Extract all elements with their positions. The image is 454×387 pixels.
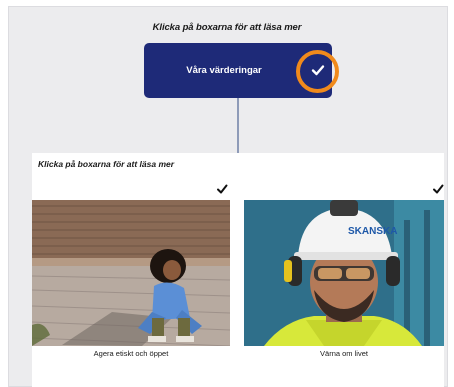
panel-instruction: Klicka på boxarna för att läsa mer [38,159,175,169]
safety-photo: SKANSKA [244,200,444,346]
connector-line [237,98,239,154]
helmet-logo-text: SKANSKA [348,226,397,237]
check-icon [217,184,228,194]
values-panel: Klicka på boxarna för att läsa mer Agera… [32,153,444,387]
check-icon[interactable] [310,62,326,78]
values-box-label: Våra värderingar [186,65,262,76]
value-card-caption: Agera etiskt och öppet [93,349,169,358]
value-card-caption: Värna om livet [320,349,368,358]
top-instruction: Klicka på boxarna för att läsa mer [152,22,302,33]
check-icon [433,184,444,194]
ethics-photo [32,200,230,346]
